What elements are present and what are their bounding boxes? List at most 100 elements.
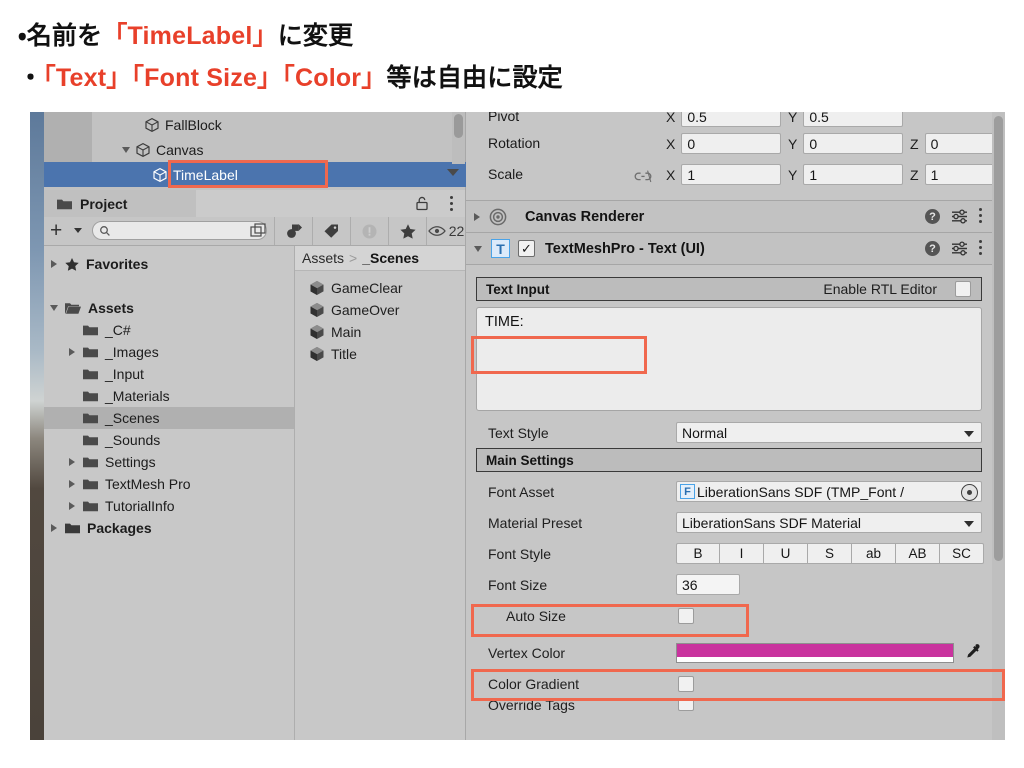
asset-item-main[interactable]: Main bbox=[295, 321, 465, 343]
section-title: Main Settings bbox=[486, 453, 574, 468]
component-header-canvas-renderer[interactable]: Canvas Renderer ? bbox=[466, 200, 992, 233]
tree-item-packages[interactable]: Packages bbox=[44, 517, 294, 539]
filter-by-favorite-button[interactable] bbox=[388, 217, 426, 245]
hierarchy-scrollbar[interactable] bbox=[452, 112, 465, 164]
tree-item-favorites[interactable]: Favorites bbox=[44, 253, 294, 275]
expand-icon[interactable] bbox=[250, 223, 267, 239]
font-style-bold-button[interactable]: B bbox=[676, 543, 720, 564]
tree-item-settings[interactable]: Settings bbox=[44, 451, 294, 473]
chevron-down-icon[interactable] bbox=[122, 147, 130, 153]
chevron-down-icon[interactable] bbox=[74, 228, 82, 233]
scale-y-cell[interactable]: Y 1 bbox=[788, 164, 903, 185]
tree-item-sounds[interactable]: _Sounds bbox=[44, 429, 294, 451]
tree-item-images[interactable]: _Images bbox=[44, 341, 294, 363]
pivot-y-cell[interactable]: Y 0.5 bbox=[788, 112, 903, 127]
preset-icon[interactable] bbox=[951, 241, 968, 256]
folder-icon bbox=[82, 477, 99, 491]
section-header-main-settings[interactable]: Main Settings bbox=[476, 448, 982, 472]
rotation-z-cell[interactable]: Z 0 bbox=[910, 133, 1005, 154]
project-menu-icon[interactable] bbox=[450, 196, 453, 214]
scale-z-cell[interactable]: Z 1 bbox=[910, 164, 1005, 185]
font-style-lowercase-button[interactable]: ab bbox=[852, 543, 896, 564]
tree-item-assets[interactable]: Assets bbox=[44, 297, 294, 319]
font-asset-field[interactable]: F LiberationSans SDF (TMP_Font / bbox=[676, 481, 982, 502]
pivot-y-field[interactable]: 0.5 bbox=[803, 112, 903, 127]
font-size-field[interactable]: 36 bbox=[676, 574, 740, 595]
section-header-text-input[interactable]: Text Input Enable RTL Editor bbox=[476, 277, 982, 301]
rotation-x-cell[interactable]: X 0 bbox=[666, 133, 781, 154]
color-gradient-checkbox[interactable] bbox=[678, 676, 694, 692]
font-style-smallcaps-button[interactable]: SC bbox=[940, 543, 984, 564]
tree-item-tutorialinfo[interactable]: TutorialInfo bbox=[44, 495, 294, 517]
filter-by-warning-button[interactable] bbox=[350, 217, 388, 245]
component-enabled-checkbox[interactable]: ✓ bbox=[518, 240, 535, 257]
rotation-y-cell[interactable]: Y 0 bbox=[788, 133, 903, 154]
material-preset-dropdown[interactable]: LiberationSans SDF Material bbox=[676, 512, 982, 533]
tree-item-label: Assets bbox=[88, 300, 134, 316]
chevron-right-icon[interactable] bbox=[51, 260, 57, 268]
search-input[interactable] bbox=[92, 221, 267, 240]
help-icon[interactable]: ? bbox=[925, 241, 940, 256]
folder-icon bbox=[82, 455, 99, 469]
pivot-x-cell[interactable]: X 0.5 bbox=[666, 112, 781, 127]
tree-item-csharp[interactable]: _C# bbox=[44, 319, 294, 341]
filter-by-type-button[interactable] bbox=[274, 217, 312, 245]
tree-item-input[interactable]: _Input bbox=[44, 363, 294, 385]
chevron-right-icon[interactable] bbox=[69, 502, 75, 510]
visibility-count: 22 bbox=[449, 223, 465, 239]
chevron-right-icon[interactable] bbox=[69, 458, 75, 466]
breadcrumb-root[interactable]: Assets bbox=[302, 250, 344, 266]
pivot-x-field[interactable]: 0.5 bbox=[681, 112, 781, 127]
hierarchy-scroll-down-icon[interactable] bbox=[447, 169, 459, 176]
rotation-y-field[interactable]: 0 bbox=[803, 133, 903, 154]
row-font-style: Font Style B I U S ab AB SC bbox=[466, 538, 992, 569]
tree-item-scenes[interactable]: _Scenes bbox=[44, 407, 294, 429]
component-header-textmeshpro[interactable]: T ✓ TextMeshPro - Text (UI) ? bbox=[466, 233, 992, 265]
font-style-uppercase-button[interactable]: AB bbox=[896, 543, 940, 564]
font-style-underline-button[interactable]: U bbox=[764, 543, 808, 564]
text-input-textarea[interactable]: TIME: bbox=[476, 307, 982, 411]
kebab-menu-icon[interactable] bbox=[979, 208, 982, 226]
tab-project[interactable]: Project bbox=[44, 190, 196, 217]
chevron-right-icon[interactable] bbox=[51, 524, 57, 532]
chevron-down-icon bbox=[964, 431, 974, 437]
chevron-down-icon[interactable] bbox=[474, 246, 482, 252]
help-icon[interactable]: ? bbox=[925, 209, 940, 224]
axis-label-y: Y bbox=[788, 112, 797, 125]
vertex-color-swatch[interactable] bbox=[676, 643, 954, 663]
chevron-down-icon[interactable] bbox=[50, 305, 58, 311]
chevron-right-icon[interactable] bbox=[474, 213, 480, 221]
tree-item-textmesh-pro[interactable]: TextMesh Pro bbox=[44, 473, 294, 495]
eyedropper-icon[interactable] bbox=[965, 643, 982, 660]
chevron-right-icon[interactable] bbox=[69, 480, 75, 488]
hierarchy-item-label: FallBlock bbox=[165, 117, 222, 133]
kebab-menu-icon[interactable] bbox=[979, 240, 982, 258]
asset-item-gameover[interactable]: GameOver bbox=[295, 299, 465, 321]
star-icon bbox=[399, 223, 417, 240]
asset-item-title[interactable]: Title bbox=[295, 343, 465, 365]
scale-x-cell[interactable]: X 1 bbox=[666, 164, 781, 185]
lock-icon[interactable] bbox=[415, 196, 429, 211]
visibility-toggle[interactable]: 22 bbox=[426, 217, 465, 245]
folder-icon bbox=[82, 411, 99, 425]
asset-item-gameclear[interactable]: GameClear bbox=[295, 277, 465, 299]
text-style-dropdown[interactable]: Normal bbox=[676, 422, 982, 443]
override-tags-checkbox[interactable] bbox=[678, 699, 694, 711]
breadcrumb-separator: > bbox=[349, 250, 357, 266]
filter-by-label-button[interactable] bbox=[312, 217, 350, 245]
tree-item-materials[interactable]: _Materials bbox=[44, 385, 294, 407]
preset-icon[interactable] bbox=[951, 209, 968, 224]
add-asset-button[interactable]: + bbox=[50, 220, 62, 241]
scale-y-field[interactable]: 1 bbox=[803, 164, 903, 185]
chevron-right-icon[interactable] bbox=[69, 348, 75, 356]
font-style-strikethrough-button[interactable]: S bbox=[808, 543, 852, 564]
auto-size-checkbox[interactable] bbox=[678, 608, 694, 624]
object-picker-icon[interactable] bbox=[961, 484, 978, 501]
scale-x-field[interactable]: 1 bbox=[681, 164, 781, 185]
broken-link-icon[interactable] bbox=[634, 170, 652, 183]
star-icon bbox=[64, 257, 80, 272]
rotation-x-field[interactable]: 0 bbox=[681, 133, 781, 154]
inspector-scrollbar[interactable] bbox=[992, 112, 1005, 740]
enable-rtl-editor-checkbox[interactable] bbox=[955, 281, 971, 297]
font-style-italic-button[interactable]: I bbox=[720, 543, 764, 564]
